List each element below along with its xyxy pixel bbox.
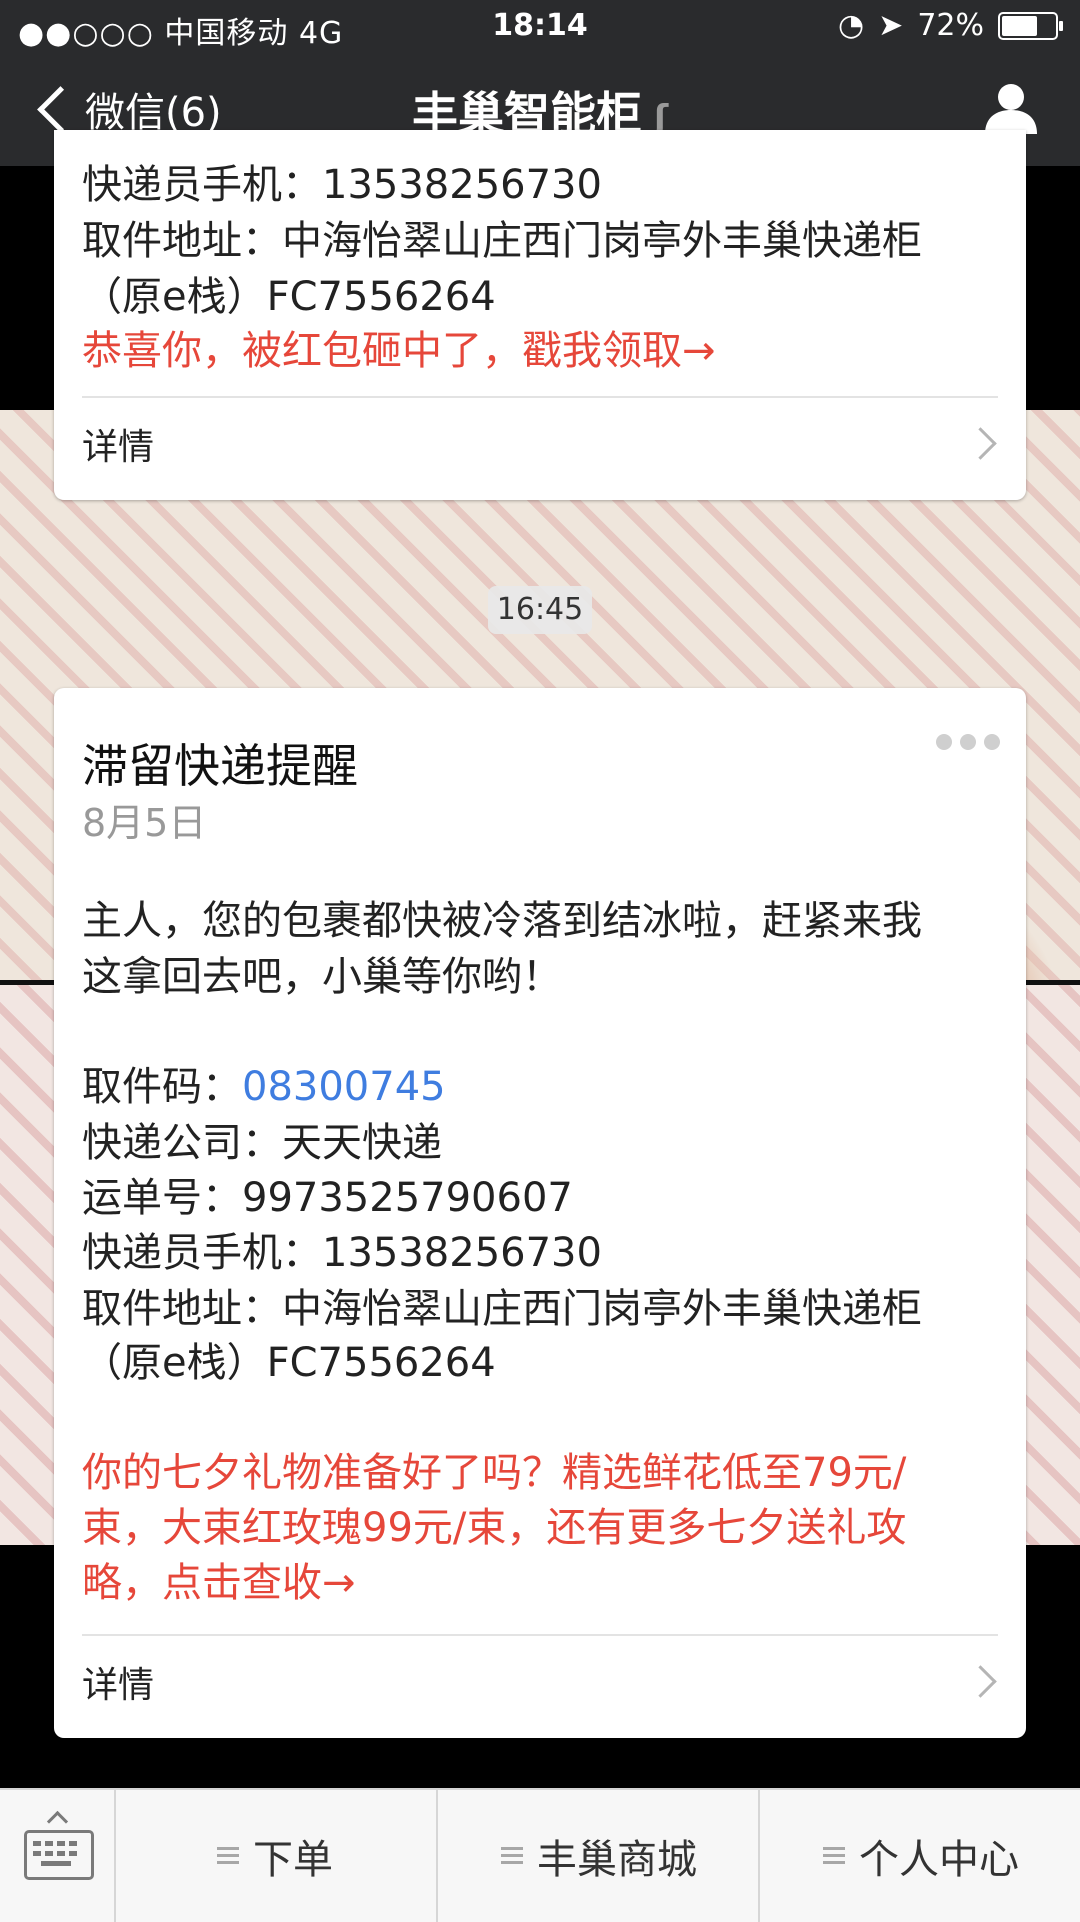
chevron-right-icon — [964, 427, 997, 460]
pickup-code-value[interactable]: 08300745 — [242, 1064, 446, 1110]
divider — [82, 396, 998, 398]
address-line-2: （原e栈）FC7556264 — [82, 1340, 496, 1386]
more-icon[interactable] — [936, 734, 1000, 750]
bottom-menu: 下单 丰巢商城 个人中心 — [0, 1788, 1080, 1922]
menu-label: 丰巢商城 — [537, 1837, 697, 1883]
courier-phone: 快递员手机：13538256730 — [82, 1230, 602, 1276]
menu-label: 下单 — [253, 1837, 333, 1883]
menu-lines-icon — [501, 1847, 523, 1865]
menu-mall[interactable]: 丰巢商城 — [436, 1790, 760, 1922]
detail-link[interactable]: 详情 — [82, 418, 154, 470]
status-bar: ●●○○○ 中国移动 4G 18:14 ◔ ➤ 72% — [0, 0, 1080, 52]
waybill-number: 运单号：9973525790607 — [82, 1175, 573, 1221]
courier-company: 快递公司：天天快递 — [82, 1120, 442, 1166]
menu-lines-icon — [217, 1847, 239, 1865]
location-icon: ➤ — [878, 8, 904, 43]
detail-link[interactable]: 详情 — [82, 1656, 154, 1708]
address-line-2: （原e栈）FC7556264 — [82, 274, 496, 320]
chevron-right-icon — [964, 1665, 997, 1698]
card-title: 滞留快递提醒 — [82, 739, 358, 793]
person-icon[interactable] — [982, 82, 1040, 134]
rotation-lock-icon: ◔ — [837, 8, 865, 43]
pickup-code-label: 取件码： — [82, 1064, 242, 1110]
keyboard-toggle-button[interactable] — [0, 1790, 116, 1922]
pickup-code: 取件码：08300745 — [82, 1054, 446, 1112]
menu-label: 个人中心 — [859, 1837, 1019, 1883]
promo-line-1[interactable]: 你的七夕礼物准备好了吗？精选鲜花低至79元/ — [82, 1440, 906, 1498]
menu-order[interactable]: 下单 — [114, 1790, 436, 1922]
promo-line-3[interactable]: 略，点击查收→ — [82, 1550, 356, 1608]
courier-phone: 快递员手机：13538256730 — [82, 162, 602, 208]
battery-icon — [998, 11, 1063, 40]
address-line-1: 取件地址：中海怡翠山庄西门岗亭外丰巢快递柜 — [82, 1286, 922, 1332]
message-timestamp: 16:45 — [488, 586, 592, 634]
message-card-previous: 快递员手机：13538256730 取件地址：中海怡翠山庄西门岗亭外丰巢快递柜 … — [54, 130, 1026, 500]
menu-lines-icon — [823, 1847, 845, 1865]
keyboard-icon — [24, 1830, 94, 1880]
divider — [82, 1634, 998, 1636]
caret-up-icon — [46, 1810, 69, 1833]
promo-line-2[interactable]: 束，大束红玫瑰99元/束，还有更多七夕送礼攻 — [82, 1495, 906, 1553]
message-card-reminder[interactable]: 滞留快递提醒 8月5日 主人，您的包裹都快被冷落到结冰啦，赶紧来我 这拿回去吧，… — [54, 688, 1026, 1738]
battery-percent: 72% — [917, 8, 984, 43]
promo-link[interactable]: 恭喜你，被红包砸中了，戳我领取→ — [82, 318, 716, 376]
address-line-1: 取件地址：中海怡翠山庄西门岗亭外丰巢快递柜 — [82, 218, 922, 264]
message-line-2: 这拿回去吧，小巢等你哟！ — [82, 954, 562, 1000]
menu-profile[interactable]: 个人中心 — [758, 1790, 1080, 1922]
card-date: 8月5日 — [82, 801, 207, 845]
message-line-1: 主人，您的包裹都快被冷落到结冰啦，赶紧来我 — [82, 898, 922, 944]
status-right: ◔ ➤ 72% — [837, 8, 1063, 43]
